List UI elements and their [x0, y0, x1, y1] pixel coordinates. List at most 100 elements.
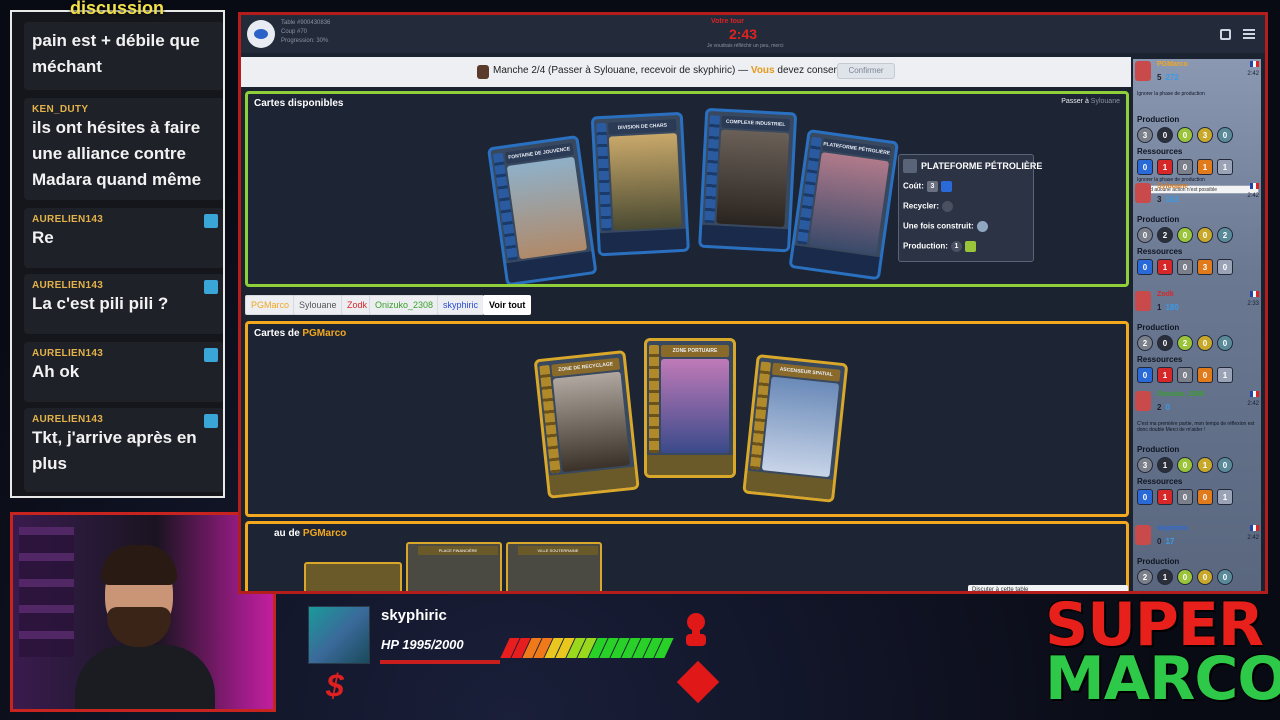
tab-player[interactable]: PGMarco	[245, 295, 296, 315]
production-dot: 0	[1217, 569, 1233, 585]
production-dot: 0	[1157, 335, 1173, 351]
tab-player[interactable]: skyphiric	[437, 295, 485, 315]
resource-dot: 0	[1177, 259, 1193, 275]
chat-username: AURELIEN143	[32, 348, 104, 359]
tab-player[interactable]: Voir tout	[483, 295, 532, 315]
stream-overlay: { "chat": { "title": "discussion", "mess…	[0, 0, 1280, 720]
resource-dot: 1	[1197, 159, 1213, 175]
hand-card[interactable]: ZONE PORTUAIRE	[644, 338, 736, 478]
flag-icon	[1250, 291, 1259, 297]
resource-dot: 0	[1197, 367, 1213, 383]
menu-icon[interactable]	[1243, 29, 1255, 39]
hand-card[interactable]: ZONE DE RECYCLAGE	[533, 349, 640, 499]
webcam-feed	[10, 512, 276, 712]
player-time: 2:42	[1247, 71, 1259, 77]
card-production-strip	[599, 228, 687, 254]
chat-username: KEN_DUTY	[32, 104, 89, 115]
chat-username: AURELIEN143	[32, 214, 104, 225]
available-card[interactable]: FONTAINE DE JOUVENCE	[486, 134, 598, 284]
resource-dot: 1	[1157, 159, 1173, 175]
production-dot: 1	[1157, 457, 1173, 473]
chat-text: Re	[32, 228, 54, 247]
player-time: 2:42	[1247, 193, 1259, 199]
empire-card[interactable]: VILLE SOUTERRAINE	[506, 542, 602, 591]
card-name: ZONE PORTUAIRE	[661, 345, 729, 357]
hud-player-name: skyphiric	[381, 607, 447, 624]
production-option-select[interactable]: Quand aucune action n'est possible	[1135, 185, 1259, 194]
player-avatar	[1135, 61, 1151, 81]
player-score: 0	[1165, 403, 1170, 412]
production-dot: 3	[1137, 127, 1153, 143]
production-dot: 1	[1197, 457, 1213, 473]
player-points: 5	[1157, 73, 1162, 82]
recycle-label: Recycler:	[903, 201, 940, 211]
player-note: Ignorer la phase de production	[1137, 91, 1205, 97]
recycle-icon	[942, 201, 954, 212]
pass-to-link[interactable]: Passer à Sylouane	[1061, 98, 1120, 105]
player-cards-owner: PGMarco	[302, 328, 347, 339]
production-label: Production	[1137, 445, 1180, 454]
table-info: Table #900430836 Coup #70 Progression: 3…	[281, 19, 330, 46]
production-dot: 2	[1217, 227, 1233, 243]
move-number: Coup #70	[281, 29, 308, 35]
badge-icon	[204, 348, 218, 362]
player-name: PGMarco	[1157, 61, 1188, 68]
chat-panel: pain est + débile que méchant KEN_DUTY ils…	[10, 10, 225, 498]
tab-player[interactable]: Onizuko_2308	[369, 295, 440, 315]
resource-dot: 0	[1217, 259, 1233, 275]
production-dot: 1	[1157, 569, 1173, 585]
webcam-person-body	[75, 645, 215, 709]
red-gem-icon	[676, 660, 720, 704]
available-card[interactable]: PLATEFORME PÉTROLIÈRE	[788, 128, 900, 281]
empire-title: au de PGMarco	[274, 528, 347, 539]
resources-label: Ressources	[1137, 247, 1183, 256]
player-cards-panel: Cartes de PGMarco ZONE DE RECYCLAGE ZONE …	[245, 321, 1129, 517]
available-cards-title: Cartes disponibles	[254, 98, 344, 109]
chat-message: KEN_DUTY ils ont hésites à faire une alli…	[24, 98, 223, 200]
webcam-shelf	[19, 527, 74, 657]
card-art	[716, 129, 790, 228]
production-label: Production:	[903, 241, 948, 251]
empire-card[interactable]: PLACE FINANCIÈRE	[406, 542, 502, 591]
production-label: Production	[1137, 557, 1180, 566]
production-dot: 0	[1137, 227, 1153, 243]
resource-dot: 0	[1197, 489, 1213, 505]
pass-player: Sylouane	[1090, 98, 1120, 105]
player-points: 3	[1157, 195, 1162, 204]
player-avatar	[1135, 525, 1151, 545]
table-id: Table #900430836	[281, 20, 331, 26]
chat-text: pain est + débile que méchant	[32, 31, 200, 76]
chat-message: AURELIEN143 Tkt, j'arrive après en plus	[24, 408, 223, 492]
player-stats: 5 272	[1157, 73, 1179, 82]
cost-chip: 3	[926, 181, 938, 192]
timer-subtext[interactable]: Je voudrais réfléchir un peu, merci	[707, 43, 783, 49]
super-marco-logo: SUPER MARCO	[1045, 595, 1280, 709]
fullscreen-icon[interactable]	[1220, 29, 1231, 40]
badge-icon	[204, 414, 218, 428]
player-avatar	[1135, 183, 1151, 203]
available-card[interactable]: COMPLEXE INDUSTRIEL	[698, 107, 798, 253]
action-bar: Manche 2/4 (Passer à Sylouane, recevoir …	[241, 57, 1131, 87]
player-score: 180	[1165, 303, 1179, 312]
empire-panel: au de PGMarco PLACE FINANCIÈRE VILLE SOU…	[245, 521, 1129, 591]
turn-timer: 2:43	[729, 26, 758, 42]
player-avatar	[1135, 291, 1151, 311]
tooltip-cost: Coût: 3	[903, 181, 952, 192]
flag-icon	[1250, 391, 1259, 397]
player-stats: 20	[1157, 403, 1170, 412]
chat-username: AURELIEN143	[32, 414, 104, 425]
card-production-strip	[701, 224, 789, 250]
tooltip-built: Une fois construit:	[903, 221, 988, 232]
available-card[interactable]: DIVISION DE CHARS	[590, 111, 690, 257]
tooltip-title: PLATEFORME PÉTROLIÈRE	[921, 161, 1043, 171]
resource-dot: 0	[1137, 489, 1153, 505]
badge-icon	[204, 280, 218, 294]
player-name: Onizuko_2308	[1157, 391, 1205, 398]
site-logo-icon[interactable]	[247, 20, 275, 48]
confirm-button[interactable]: Confirmer	[837, 63, 895, 79]
hand-card[interactable]: ASCENSEUR SPATIAL	[742, 353, 849, 503]
tab-player[interactable]: Sylouane	[293, 295, 343, 315]
player-avatar	[1135, 391, 1151, 411]
card-art	[661, 359, 729, 453]
player-time: 2:42	[1247, 401, 1259, 407]
